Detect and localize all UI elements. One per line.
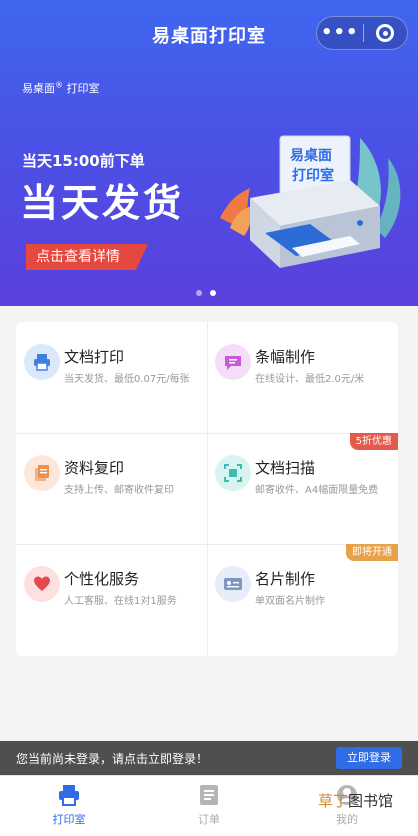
services-grid: 文档打印 当天发货、最低0.07元/每张 条幅制作 在线设计、最低2.0元/米 … bbox=[16, 322, 398, 656]
copy-icon bbox=[24, 455, 60, 491]
service-banner-making[interactable]: 条幅制作 在线设计、最低2.0元/米 bbox=[207, 322, 398, 433]
hero-banner[interactable]: 易桌面打印室 ••• 易桌面® 打印室 当天15:00前下单 当天发货 点击查看… bbox=[0, 0, 418, 306]
brand-label: 易桌面® 打印室 bbox=[22, 80, 100, 95]
banner-deadline: 当天15:00前下单 bbox=[22, 152, 145, 170]
pagination-dot-active[interactable] bbox=[210, 290, 216, 296]
printer-tab-icon bbox=[24, 782, 114, 808]
service-title: 名片制作 bbox=[255, 570, 316, 588]
watermark: 草丁图书馆 bbox=[318, 792, 394, 810]
tab-label: 订单 bbox=[198, 813, 220, 826]
svg-text:打印室: 打印室 bbox=[292, 167, 334, 184]
printer-illustration: 易桌面 打印室 bbox=[220, 135, 401, 268]
banner-pagination bbox=[196, 290, 216, 296]
service-subtitle: 人工客服、在线1对1服务 bbox=[64, 596, 177, 607]
discount-badge: 5折优惠 bbox=[349, 433, 398, 450]
service-title: 条幅制作 bbox=[255, 348, 316, 366]
login-prompt-bar: 您当前尚未登录，请点击立即登录！ 立即登录 bbox=[0, 741, 418, 775]
tab-label: 打印室 bbox=[52, 813, 86, 826]
banner-headline: 当天发货 bbox=[20, 181, 185, 225]
heart-icon bbox=[24, 566, 60, 602]
service-title: 文档扫描 bbox=[255, 459, 316, 477]
login-button[interactable]: 立即登录 bbox=[336, 747, 402, 769]
service-title: 文档打印 bbox=[64, 348, 125, 366]
printer-icon bbox=[24, 344, 60, 380]
login-prompt-text: 您当前尚未登录，请点击立即登录！ bbox=[16, 751, 209, 766]
banner-icon bbox=[215, 344, 251, 380]
tab-orders[interactable]: 订单 bbox=[164, 782, 254, 827]
coming-soon-badge: 即将开通 bbox=[346, 544, 398, 561]
service-title: 资料复印 bbox=[64, 459, 125, 477]
service-subtitle: 单双面名片制作 bbox=[255, 596, 325, 607]
target-icon[interactable] bbox=[363, 24, 407, 42]
service-doc-scan[interactable]: 5折优惠 文档扫描 邮寄收件、A4幅面限量免费 bbox=[207, 433, 398, 544]
scan-icon bbox=[215, 455, 251, 491]
pagination-dot[interactable] bbox=[196, 290, 202, 296]
svg-text:易桌面: 易桌面 bbox=[290, 147, 332, 164]
service-doc-print[interactable]: 文档打印 当天发货、最低0.07元/每张 bbox=[16, 322, 207, 433]
service-photocopy[interactable]: 资料复印 支持上传、邮寄收件复印 bbox=[16, 433, 207, 544]
order-tab-icon bbox=[164, 782, 254, 808]
service-subtitle: 支持上传、邮寄收件复印 bbox=[64, 485, 174, 496]
service-title: 个性化服务 bbox=[64, 570, 140, 588]
tab-label: 我的 bbox=[336, 813, 358, 826]
service-subtitle: 邮寄收件、A4幅面限量免费 bbox=[255, 485, 379, 496]
service-business-card[interactable]: 即将开通 名片制作 单双面名片制作 bbox=[207, 544, 398, 655]
service-personalized[interactable]: 个性化服务 人工客服、在线1对1服务 bbox=[16, 544, 207, 655]
mini-program-capsule[interactable]: ••• bbox=[316, 16, 408, 50]
service-subtitle: 当天发货、最低0.07元/每张 bbox=[64, 374, 190, 385]
service-subtitle: 在线设计、最低2.0元/米 bbox=[255, 374, 365, 385]
tab-print-room[interactable]: 打印室 bbox=[24, 782, 114, 827]
more-dots-icon[interactable]: ••• bbox=[317, 18, 363, 48]
banner-cta-button[interactable]: 点击查看详情 bbox=[26, 244, 148, 270]
card-icon bbox=[215, 566, 251, 602]
